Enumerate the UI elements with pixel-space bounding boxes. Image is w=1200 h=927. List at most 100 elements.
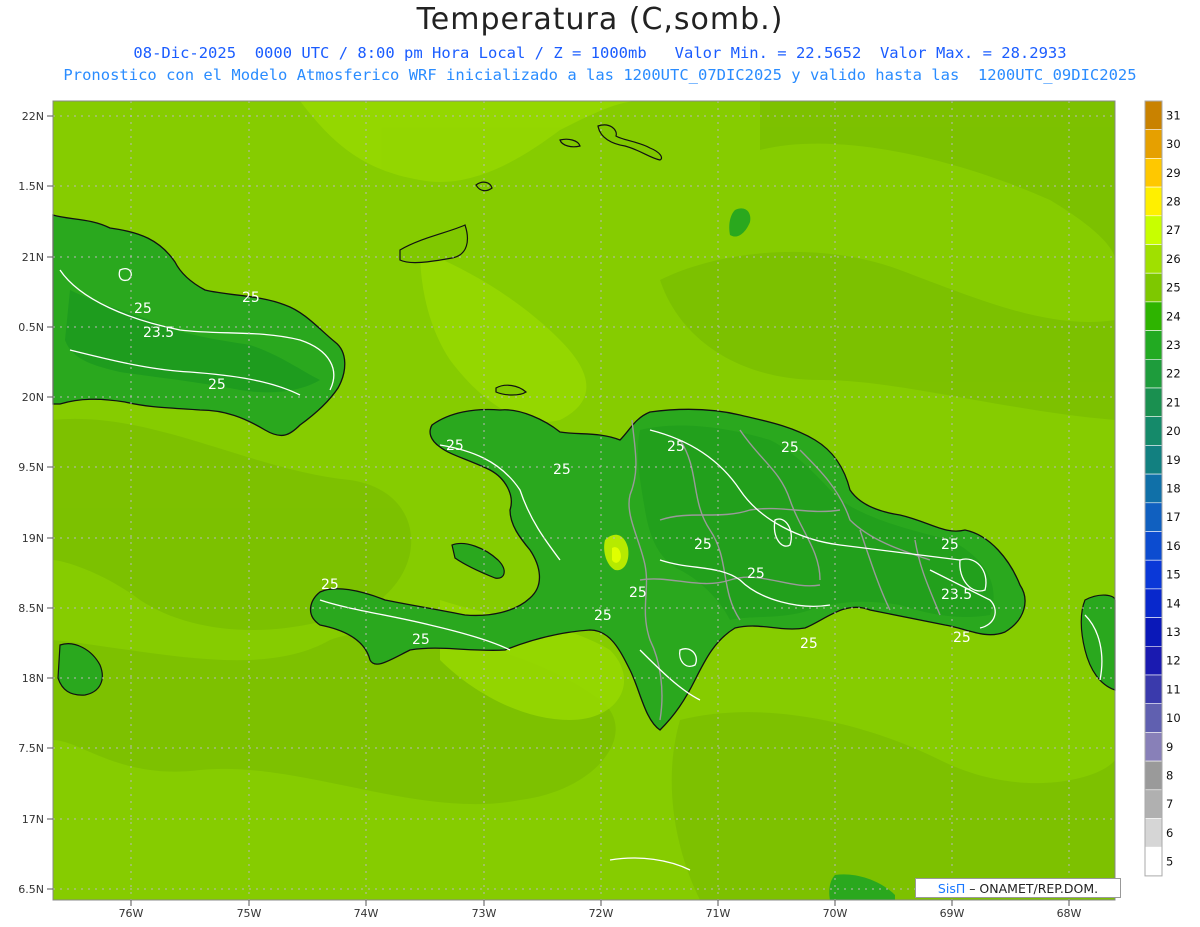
lon-label: 68W xyxy=(1057,907,1082,920)
lat-label: 18N xyxy=(22,672,44,685)
lon-label: 70W xyxy=(823,907,848,920)
colorbar-label: 26 xyxy=(1166,252,1181,266)
colorbar-swatch xyxy=(1144,358,1163,389)
lon-label: 76W xyxy=(119,907,144,920)
contour-label: 25 xyxy=(412,632,430,648)
contour-label: 25 xyxy=(629,585,647,601)
sispi-brand: SisΠ xyxy=(937,881,966,896)
colorbar-swatch xyxy=(1144,272,1163,303)
colorbar-swatch xyxy=(1144,244,1163,274)
lat-label: 22N xyxy=(22,110,44,123)
colorbar-label: 15 xyxy=(1166,568,1181,582)
temperature-map: 25 25 23.5 25 25 25 25 25 25 25 25 25 25… xyxy=(18,100,1181,920)
lat-label: 8.5N xyxy=(18,602,44,615)
colorbar-label: 17 xyxy=(1166,510,1181,524)
credit-text: – ONAMET/REP.DOM. xyxy=(965,881,1099,896)
colorbar-label: 30 xyxy=(1166,137,1181,151)
colorbar-swatch xyxy=(1144,301,1163,331)
colorbar: 31 30 29 28 27 26 25 24 23 22 21 20 19 18 17 16 15 14 13 12… xyxy=(1144,100,1181,877)
colorbar-label: 6 xyxy=(1166,826,1173,840)
contour-label: 25 xyxy=(781,440,799,456)
colorbar-swatch xyxy=(1144,732,1163,762)
colorbar-label: 18 xyxy=(1166,481,1181,495)
lon-label: 71W xyxy=(706,907,731,920)
colorbar-swatch xyxy=(1144,330,1163,360)
colorbar-label: 31 xyxy=(1166,108,1181,122)
colorbar-swatch xyxy=(1144,129,1163,159)
colorbar-label: 27 xyxy=(1166,223,1181,237)
colorbar-swatch xyxy=(1144,531,1163,561)
contour-label: 25 xyxy=(208,377,226,393)
colorbar-label: 28 xyxy=(1166,194,1181,208)
colorbar-label: 25 xyxy=(1166,281,1181,295)
colorbar-swatch xyxy=(1144,186,1163,217)
contour-label: 23.5 xyxy=(143,325,174,341)
lat-label: 20N xyxy=(22,391,44,404)
colorbar-label: 12 xyxy=(1166,654,1181,668)
colorbar-label: 16 xyxy=(1166,539,1181,553)
lon-label: 73W xyxy=(472,907,497,920)
colorbar-swatch xyxy=(1144,559,1163,590)
colorbar-label: 19 xyxy=(1166,453,1181,467)
contour-label: 25 xyxy=(134,301,152,317)
colorbar-swatch xyxy=(1144,645,1163,676)
colorbar-swatch xyxy=(1144,158,1163,188)
colorbar-label: 21 xyxy=(1166,395,1181,409)
lat-label: 7.5N xyxy=(18,742,44,755)
colorbar-label: 23 xyxy=(1166,338,1181,352)
contour-label: 25 xyxy=(941,537,959,553)
colorbar-label: 29 xyxy=(1166,166,1181,180)
contour-label: 25 xyxy=(953,630,971,646)
colorbar-label: 20 xyxy=(1166,424,1181,438)
colorbar-label: 10 xyxy=(1166,711,1181,725)
colorbar-swatch xyxy=(1144,617,1163,647)
contour-label: 25 xyxy=(242,290,260,306)
colorbar-swatch xyxy=(1144,215,1163,245)
contour-label: 25 xyxy=(594,608,612,624)
colorbar-swatch xyxy=(1144,387,1163,418)
contour-label: 25 xyxy=(800,636,818,652)
lon-label: 72W xyxy=(589,907,614,920)
colorbar-label: 9 xyxy=(1166,740,1173,754)
colorbar-label: 14 xyxy=(1166,596,1181,610)
contour-label: 25 xyxy=(446,438,464,454)
colorbar-label: 5 xyxy=(1166,855,1173,869)
lat-label: 17N xyxy=(22,813,44,826)
colorbar-label: 22 xyxy=(1166,367,1181,381)
colorbar-label: 8 xyxy=(1166,769,1173,783)
colorbar-label: 13 xyxy=(1166,625,1181,639)
credit-box: SisΠ – ONAMET/REP.DOM. xyxy=(915,878,1121,898)
colorbar-swatch xyxy=(1144,703,1163,733)
lat-label: 6.5N xyxy=(18,883,44,896)
colorbar-swatch xyxy=(1144,445,1163,475)
lon-label: 69W xyxy=(940,907,965,920)
contour-label: 25 xyxy=(553,462,571,478)
lon-label: 75W xyxy=(237,907,262,920)
contour-label: 23.5 xyxy=(941,587,972,603)
lon-label: 74W xyxy=(354,907,379,920)
contour-label: 25 xyxy=(321,577,339,593)
lat-label: 1.5N xyxy=(18,180,44,193)
colorbar-swatch xyxy=(1144,818,1163,848)
lat-label: 0.5N xyxy=(18,321,44,334)
colorbar-swatch xyxy=(1144,100,1163,131)
colorbar-swatch xyxy=(1144,588,1163,618)
colorbar-swatch xyxy=(1144,789,1163,819)
colorbar-swatch xyxy=(1144,416,1163,446)
colorbar-swatch xyxy=(1144,674,1163,705)
contour-label: 25 xyxy=(747,566,765,582)
colorbar-label: 11 xyxy=(1166,682,1181,696)
colorbar-swatch xyxy=(1144,760,1163,791)
latitude-labels: 22N 1.5N 21N 0.5N 20N 9.5N 19N 8.5N 18N … xyxy=(18,110,44,896)
lat-label: 19N xyxy=(22,532,44,545)
colorbar-swatch xyxy=(1144,846,1163,877)
colorbar-label: 24 xyxy=(1166,309,1181,323)
contour-label: 25 xyxy=(694,537,712,553)
lat-label: 21N xyxy=(22,251,44,264)
lat-label: 9.5N xyxy=(18,461,44,474)
colorbar-label: 7 xyxy=(1166,797,1173,811)
colorbar-swatch xyxy=(1144,502,1163,532)
contour-label: 25 xyxy=(667,439,685,455)
colorbar-swatch xyxy=(1144,473,1163,504)
longitude-labels: 76W 75W 74W 73W 72W 71W 70W 69W 68W xyxy=(119,907,1082,920)
